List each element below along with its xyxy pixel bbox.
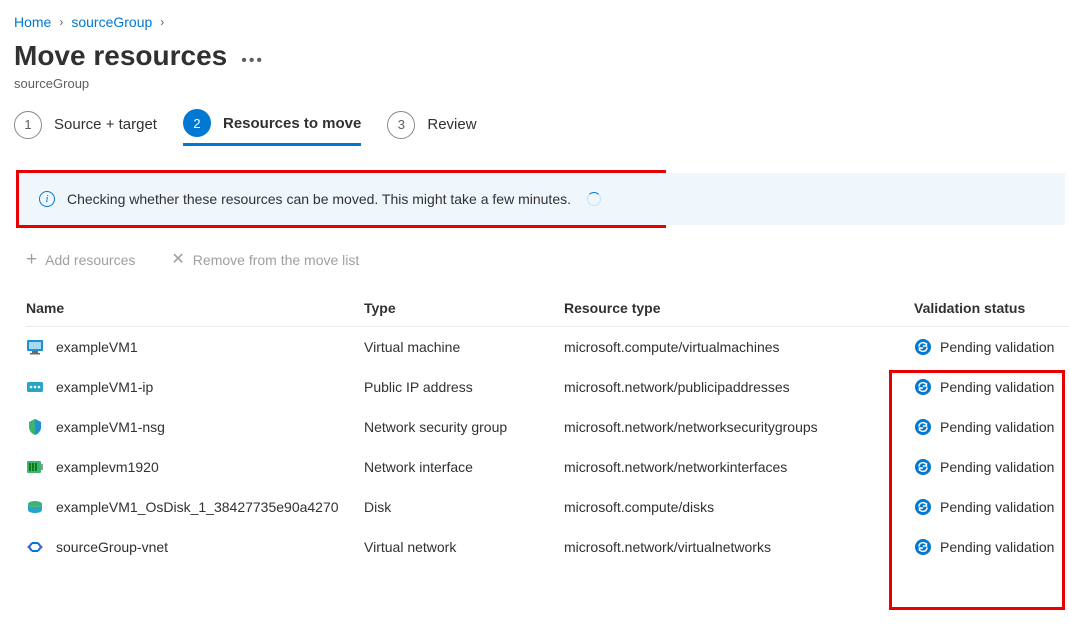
resource-name: exampleVM1 [56, 339, 138, 355]
sync-icon [914, 498, 932, 516]
name-cell: sourceGroup-vnet [26, 538, 364, 556]
resource-name: examplevm1920 [56, 459, 159, 475]
more-actions-icon[interactable]: ••• [241, 52, 264, 70]
sync-icon [914, 538, 932, 556]
sync-icon [914, 338, 932, 356]
x-icon: ✕ [171, 253, 184, 267]
status-text: Pending validation [940, 379, 1054, 395]
col-type[interactable]: Type [364, 300, 564, 316]
status-text: Pending validation [940, 339, 1054, 355]
col-name[interactable]: Name [26, 300, 364, 316]
shield-icon [26, 418, 44, 436]
info-banner-text: Checking whether these resources can be … [67, 191, 571, 207]
resource-type-cell: microsoft.network/publicipaddresses [564, 379, 914, 395]
status-cell: Pending validation [914, 338, 1069, 356]
sync-icon [914, 458, 932, 476]
remove-from-list-label: Remove from the move list [193, 252, 360, 268]
resource-type-cell: microsoft.network/networksecuritygroups [564, 419, 914, 435]
status-text: Pending validation [940, 459, 1054, 475]
step-source-target[interactable]: 1 Source + target [14, 111, 157, 145]
resource-name: sourceGroup-vnet [56, 539, 168, 555]
resource-type-cell: microsoft.network/virtualnetworks [564, 539, 914, 555]
vnet-icon [26, 538, 44, 556]
info-banner: i Checking whether these resources can b… [16, 170, 666, 228]
name-cell: exampleVM1 [26, 338, 364, 356]
breadcrumb-home[interactable]: Home [14, 14, 51, 30]
breadcrumb: Home › sourceGroup › [14, 14, 1069, 30]
resource-name: exampleVM1-nsg [56, 419, 165, 435]
status-cell: Pending validation [914, 418, 1069, 436]
spinner-icon [587, 192, 601, 206]
sync-icon [914, 378, 932, 396]
resource-name: exampleVM1-ip [56, 379, 153, 395]
info-icon: i [39, 191, 55, 207]
step-label: Review [427, 116, 476, 133]
status-text: Pending validation [940, 499, 1054, 515]
type-cell: Network security group [364, 419, 564, 435]
toolbar: + Add resources ✕ Remove from the move l… [26, 252, 1069, 268]
status-text: Pending validation [940, 539, 1054, 555]
ip-icon [26, 378, 44, 396]
wizard-stepper: 1 Source + target 2 Resources to move 3 … [14, 109, 1069, 146]
page-title: Move resources [14, 38, 227, 74]
disk-icon [26, 498, 44, 516]
status-cell: Pending validation [914, 498, 1069, 516]
resource-type-cell: microsoft.compute/disks [564, 499, 914, 515]
chevron-right-icon: › [160, 15, 164, 29]
vm-icon [26, 338, 44, 356]
name-cell: exampleVM1_OsDisk_1_38427735e90a4270 [26, 498, 364, 516]
table-row[interactable]: exampleVM1-ip Public IP address microsof… [26, 367, 1069, 407]
type-cell: Public IP address [364, 379, 564, 395]
breadcrumb-group[interactable]: sourceGroup [71, 14, 152, 30]
resource-type-cell: microsoft.compute/virtualmachines [564, 339, 914, 355]
resource-type-cell: microsoft.network/networkinterfaces [564, 459, 914, 475]
table-header: Name Type Resource type Validation statu… [26, 292, 1069, 327]
resources-table: Name Type Resource type Validation statu… [14, 292, 1069, 567]
status-cell: Pending validation [914, 538, 1069, 556]
step-label: Resources to move [223, 115, 361, 132]
plus-icon: + [26, 253, 37, 267]
status-text: Pending validation [940, 419, 1054, 435]
type-cell: Virtual network [364, 539, 564, 555]
table-row[interactable]: examplevm1920 Network interface microsof… [26, 447, 1069, 487]
table-row[interactable]: sourceGroup-vnet Virtual network microso… [26, 527, 1069, 567]
type-cell: Disk [364, 499, 564, 515]
name-cell: examplevm1920 [26, 458, 364, 476]
table-row[interactable]: exampleVM1 Virtual machine microsoft.com… [26, 327, 1069, 367]
step-number-icon: 1 [14, 111, 42, 139]
status-cell: Pending validation [914, 458, 1069, 476]
nic-icon [26, 458, 44, 476]
step-resources-to-move[interactable]: 2 Resources to move [183, 109, 361, 146]
add-resources-label: Add resources [45, 252, 135, 268]
col-resource-type[interactable]: Resource type [564, 300, 914, 316]
sync-icon [914, 418, 932, 436]
type-cell: Virtual machine [364, 339, 564, 355]
table-row[interactable]: exampleVM1_OsDisk_1_38427735e90a4270 Dis… [26, 487, 1069, 527]
add-resources-button[interactable]: + Add resources [26, 252, 135, 268]
remove-from-list-button[interactable]: ✕ Remove from the move list [171, 252, 359, 268]
name-cell: exampleVM1-ip [26, 378, 364, 396]
step-review[interactable]: 3 Review [387, 111, 476, 145]
step-label: Source + target [54, 116, 157, 133]
col-validation-status[interactable]: Validation status [914, 300, 1069, 316]
chevron-right-icon: › [59, 15, 63, 29]
table-row[interactable]: exampleVM1-nsg Network security group mi… [26, 407, 1069, 447]
step-number-icon: 2 [183, 109, 211, 137]
status-cell: Pending validation [914, 378, 1069, 396]
step-number-icon: 3 [387, 111, 415, 139]
name-cell: exampleVM1-nsg [26, 418, 364, 436]
resource-name: exampleVM1_OsDisk_1_38427735e90a4270 [56, 499, 339, 515]
type-cell: Network interface [364, 459, 564, 475]
page-subtitle: sourceGroup [14, 76, 1069, 91]
